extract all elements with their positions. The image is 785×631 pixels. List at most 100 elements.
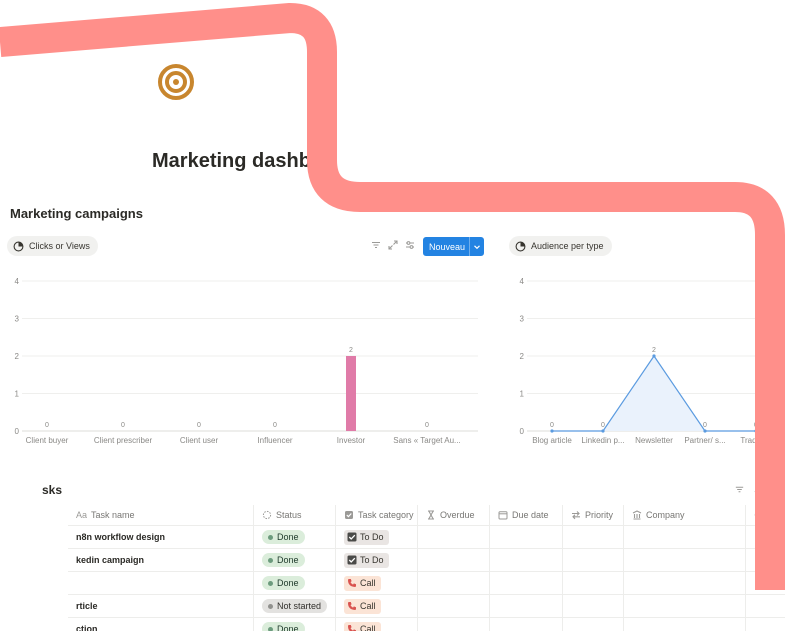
table-row[interactable]: kedin campaign Done To Do bbox=[68, 549, 785, 572]
company-cell[interactable] bbox=[624, 572, 746, 594]
task-name-cell[interactable]: ction bbox=[68, 618, 254, 631]
task-category-cell[interactable]: To Do bbox=[336, 526, 418, 548]
data-label: 0 bbox=[45, 422, 49, 429]
task-name: ction bbox=[76, 624, 98, 631]
overdue-cell[interactable] bbox=[418, 618, 490, 631]
person-cell[interactable] bbox=[746, 618, 785, 631]
category-tag: Call bbox=[344, 621, 381, 631]
table-header: Aa Task name Status Task category Overdu… bbox=[68, 505, 785, 526]
table-row[interactable]: rticle Not started Call bbox=[68, 595, 785, 618]
x-tick-label: Blog article bbox=[532, 436, 572, 445]
arrows-icon bbox=[572, 511, 580, 520]
company-cell[interactable] bbox=[624, 549, 746, 571]
data-label: 2 bbox=[652, 347, 656, 354]
data-label: 0 bbox=[197, 422, 201, 429]
status-dot-icon bbox=[268, 534, 273, 540]
expand-icon[interactable] bbox=[387, 239, 399, 251]
status-label: Not started bbox=[277, 601, 322, 611]
settings-icon[interactable] bbox=[404, 239, 416, 251]
task-name: kedin campaign bbox=[76, 555, 145, 565]
data-label: 0 bbox=[121, 422, 125, 429]
priority-cell[interactable] bbox=[563, 572, 624, 594]
data-point bbox=[652, 354, 656, 358]
data-label: 0 bbox=[703, 422, 707, 429]
priority-cell[interactable] bbox=[563, 549, 624, 571]
column-header-company[interactable]: Company bbox=[624, 505, 746, 525]
target-icon[interactable] bbox=[158, 64, 194, 100]
task-category-cell[interactable]: To Do bbox=[336, 549, 418, 571]
checkbox-icon bbox=[345, 511, 353, 519]
status-cell[interactable]: Done bbox=[254, 526, 336, 548]
sort-icon[interactable] bbox=[753, 484, 764, 495]
company-cell[interactable] bbox=[624, 618, 746, 631]
table-row[interactable]: n8n workflow design Done To Do bbox=[68, 526, 785, 549]
column-label: Task category bbox=[358, 510, 414, 520]
category-label: Call bbox=[360, 578, 376, 588]
overdue-cell[interactable] bbox=[418, 549, 490, 571]
table-row[interactable]: Done Call bbox=[68, 572, 785, 595]
status-cell[interactable]: Done bbox=[254, 572, 336, 594]
task-name-cell[interactable]: kedin campaign bbox=[68, 549, 254, 571]
data-label: 0 bbox=[601, 422, 605, 429]
hourglass-icon bbox=[428, 510, 434, 520]
priority-cell[interactable] bbox=[563, 526, 624, 548]
person-cell[interactable] bbox=[746, 526, 785, 548]
overdue-cell[interactable] bbox=[418, 572, 490, 594]
status-cell[interactable]: Done bbox=[254, 618, 336, 631]
category-tag: To Do bbox=[344, 552, 389, 568]
category-label: Call bbox=[360, 624, 376, 631]
column-header-person[interactable] bbox=[746, 505, 785, 525]
overdue-cell[interactable] bbox=[418, 526, 490, 548]
status-cell[interactable]: Done bbox=[254, 549, 336, 571]
column-header-status[interactable]: Status bbox=[254, 505, 336, 525]
view-tab-clicks[interactable]: Clicks or Views bbox=[7, 236, 98, 256]
status-badge: Done bbox=[262, 622, 305, 631]
pie-chart-icon bbox=[515, 241, 526, 251]
table-row[interactable]: ction Done Call bbox=[68, 618, 785, 631]
person-cell[interactable] bbox=[746, 572, 785, 594]
due-date-cell[interactable] bbox=[490, 526, 563, 548]
column-header-priority[interactable]: Priority bbox=[563, 505, 624, 525]
new-button-dropdown[interactable] bbox=[469, 237, 484, 256]
person-cell[interactable] bbox=[746, 549, 785, 571]
column-header-task-name[interactable]: Aa Task name bbox=[68, 505, 254, 525]
data-point bbox=[703, 429, 707, 433]
filter-icon[interactable] bbox=[734, 484, 745, 495]
overdue-cell[interactable] bbox=[418, 595, 490, 617]
task-category-cell[interactable]: Call bbox=[336, 595, 418, 617]
category-tag: Call bbox=[344, 575, 381, 591]
column-header-overdue[interactable]: Overdue bbox=[418, 505, 490, 525]
y-tick-label: 3 bbox=[15, 315, 20, 324]
company-cell[interactable] bbox=[624, 595, 746, 617]
x-tick-label: Investor bbox=[337, 436, 366, 445]
person-cell[interactable] bbox=[746, 595, 785, 617]
task-name-cell[interactable]: n8n workflow design bbox=[68, 526, 254, 548]
company-cell[interactable] bbox=[624, 526, 746, 548]
priority-cell[interactable] bbox=[563, 618, 624, 631]
x-tick-label: Linkedin p... bbox=[581, 436, 624, 445]
task-name-cell[interactable]: rticle bbox=[68, 595, 254, 617]
column-label: Due date bbox=[512, 510, 549, 520]
column-header-due-date[interactable]: Due date bbox=[490, 505, 563, 525]
pie-chart-icon bbox=[13, 241, 24, 251]
task-category-cell[interactable]: Call bbox=[336, 618, 418, 631]
due-date-cell[interactable] bbox=[490, 572, 563, 594]
task-category-cell[interactable]: Call bbox=[336, 572, 418, 594]
status-cell[interactable]: Not started bbox=[254, 595, 336, 617]
column-header-task-category[interactable]: Task category bbox=[336, 505, 418, 525]
new-button[interactable]: Nouveau bbox=[423, 237, 484, 256]
due-date-cell[interactable] bbox=[490, 618, 563, 631]
priority-cell[interactable] bbox=[563, 595, 624, 617]
y-tick-label: 4 bbox=[15, 277, 20, 286]
data-label: 0 bbox=[754, 422, 758, 429]
view-tab-audience[interactable]: Audience per type bbox=[509, 236, 612, 256]
x-tick-label: Client prescriber bbox=[94, 436, 153, 445]
x-tick-label: Partner/ s... bbox=[684, 436, 725, 445]
status-label: Done bbox=[277, 624, 299, 631]
x-tick-label: Client user bbox=[180, 436, 219, 445]
data-point bbox=[550, 429, 554, 433]
due-date-cell[interactable] bbox=[490, 549, 563, 571]
due-date-cell[interactable] bbox=[490, 595, 563, 617]
task-name-cell[interactable] bbox=[68, 572, 254, 594]
filter-icon[interactable] bbox=[370, 239, 382, 251]
